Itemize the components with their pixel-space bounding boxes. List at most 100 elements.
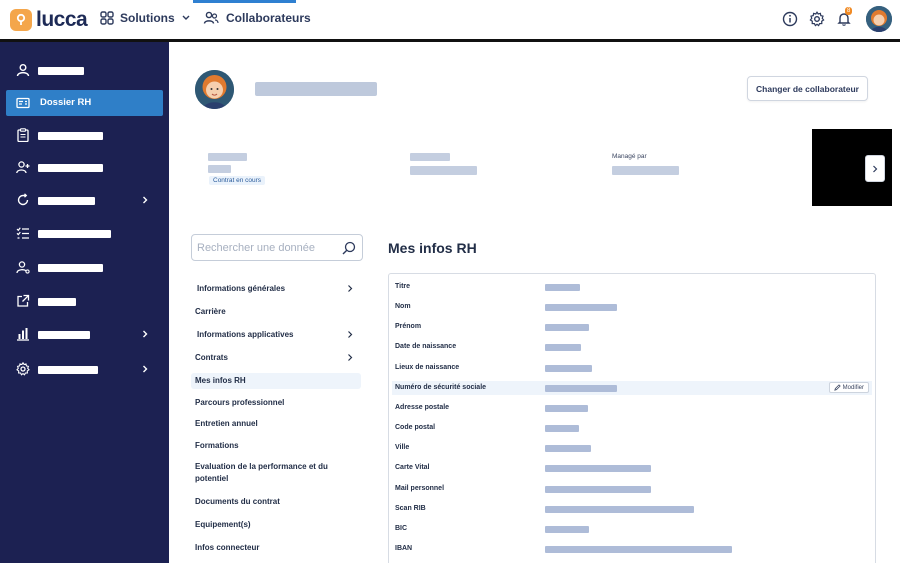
sidebar-item-clipboard[interactable] [6, 122, 163, 148]
field-row-nom[interactable]: Nom [392, 300, 872, 314]
field-value-redacted [545, 405, 588, 412]
sidebar-item-label [38, 230, 111, 238]
sidebar-item-label [38, 132, 103, 140]
field-label: Code postal [395, 424, 436, 431]
field-row-prenom[interactable]: Prénom [392, 320, 872, 334]
users-icon [203, 11, 219, 24]
gear-icon[interactable] [809, 11, 825, 27]
menu-item-evaluation[interactable]: Evaluation de la performance et du poten… [191, 461, 331, 485]
sidebar-item-label [38, 331, 90, 339]
menu-item-carriere[interactable]: Carrière [191, 306, 361, 318]
menu-item-infos-connecteur[interactable]: Infos connecteur [191, 542, 361, 554]
menu-item-label: Informations applicatives [197, 330, 294, 339]
field-label: Scan RIB [395, 505, 426, 512]
info-label-redacted [208, 153, 247, 161]
solutions-menu[interactable]: Solutions [100, 11, 191, 25]
active-nav-indicator [193, 0, 296, 3]
field-row-date-naissance[interactable]: Date de naissance [392, 340, 872, 354]
hr-info-card [388, 273, 876, 563]
id-card-icon [16, 97, 30, 109]
field-value-redacted [545, 425, 579, 432]
field-label: Prénom [395, 323, 422, 330]
field-row-code-postal[interactable]: Code postal [392, 421, 872, 435]
sidebar-item-label: Dossier RH [40, 97, 92, 108]
field-row-mail-personnel[interactable]: Mail personnel [392, 482, 872, 496]
change-employee-button[interactable]: Changer de collaborateur [747, 76, 868, 101]
menu-item-label: Mes infos RH [195, 376, 246, 385]
menu-item-label: Equipement(s) [195, 520, 251, 529]
sidebar-item-checklist[interactable] [6, 220, 163, 246]
menu-item-formations[interactable]: Formations [191, 440, 361, 452]
sidebar-item-add-user[interactable] [6, 154, 163, 180]
field-value-redacted [545, 486, 651, 493]
chevron-right-icon [143, 365, 148, 373]
field-row-adresse-postale[interactable]: Adresse postale [392, 401, 872, 415]
sidebar-item-settings[interactable] [6, 356, 163, 382]
menu-item-label: Contrats [195, 353, 228, 362]
sidebar-item-reports[interactable] [6, 321, 163, 347]
field-row-bic[interactable]: BIC [392, 522, 872, 536]
field-label: Lieux de naissance [395, 364, 460, 371]
menu-item-entretien-annuel[interactable]: Entretien annuel [191, 418, 361, 430]
menu-item-documents-contrat[interactable]: Documents du contrat [191, 496, 361, 508]
bell-icon[interactable]: 8 [836, 7, 853, 27]
sidebar-item-label [38, 366, 98, 374]
info-value-redacted [208, 165, 231, 173]
sidebar-item-profile[interactable] [6, 57, 163, 83]
collaborateurs-nav[interactable]: Collaborateurs [203, 11, 311, 25]
field-value-redacted [545, 445, 591, 452]
next-button[interactable] [865, 155, 885, 182]
field-row-iban[interactable]: IBAN [392, 542, 872, 556]
sidebar-item-label [38, 197, 95, 205]
sidebar-item-label [38, 67, 84, 75]
modify-button[interactable]: Modifier [828, 382, 869, 393]
field-value-redacted [545, 304, 617, 311]
grid-icon [100, 11, 114, 25]
menu-item-label: Infos connecteur [195, 543, 260, 552]
field-value-redacted [545, 506, 694, 513]
field-value-redacted [545, 324, 589, 331]
field-row-carte-vital[interactable]: Carte Vital [392, 461, 872, 475]
field-row-scan-rib[interactable]: Scan RIB [392, 502, 872, 516]
menu-item-informations-applicatives[interactable]: Informations applicatives [191, 329, 361, 341]
field-row-ville[interactable]: Ville [392, 441, 872, 455]
sidebar-item-user-settings[interactable] [6, 254, 163, 280]
chart-icon [17, 328, 29, 341]
field-row-securite-sociale[interactable]: Numéro de sécurité sociale Modifier [392, 381, 872, 395]
search-icon [342, 241, 356, 255]
clipboard-icon [17, 128, 29, 142]
modify-label: Modifier [842, 384, 864, 391]
field-value-redacted [545, 465, 651, 472]
menu-item-contrats[interactable]: Contrats [191, 352, 361, 364]
notification-badge: 8 [845, 7, 853, 15]
menu-item-label: Documents du contrat [195, 497, 280, 506]
menu-item-mes-infos-rh[interactable]: Mes infos RH [191, 373, 361, 389]
top-bar: lucca Solutions Collaborateurs 8 [0, 0, 900, 40]
field-row-lieux-naissance[interactable]: Lieux de naissance [392, 361, 872, 375]
field-value-redacted [545, 284, 580, 291]
user-avatar[interactable] [866, 6, 892, 32]
section-title: Mes infos RH [388, 240, 477, 256]
menu-item-informations-generales[interactable]: Informations générales [191, 283, 361, 295]
search-input[interactable]: Rechercher une donnée [191, 234, 363, 261]
manager-value-redacted [612, 166, 679, 175]
sidebar-item-external[interactable] [6, 288, 163, 314]
menu-item-parcours-professionnel[interactable]: Parcours professionnel [191, 397, 361, 409]
sidebar-item-refresh[interactable] [6, 187, 163, 213]
sidebar-item-dossier-rh[interactable]: Dossier RH [6, 90, 163, 116]
field-value-redacted [545, 526, 589, 533]
chevron-right-icon [348, 331, 353, 338]
menu-item-equipements[interactable]: Equipement(s) [191, 519, 361, 531]
menu-item-label: Evaluation de la performance et du poten… [195, 462, 328, 483]
top-right-actions: 8 [771, 6, 892, 32]
field-row-titre[interactable]: Titre [392, 280, 872, 294]
info-icon[interactable] [782, 11, 798, 27]
field-label: Mail personnel [395, 485, 445, 492]
field-label: Date de naissance [395, 343, 457, 350]
field-value-redacted [545, 546, 732, 553]
employee-name-redacted [255, 82, 377, 96]
lucca-logo[interactable]: lucca [10, 8, 88, 32]
external-link-icon [17, 294, 30, 307]
logo-icon [10, 9, 32, 31]
user-gear-icon [16, 261, 30, 274]
